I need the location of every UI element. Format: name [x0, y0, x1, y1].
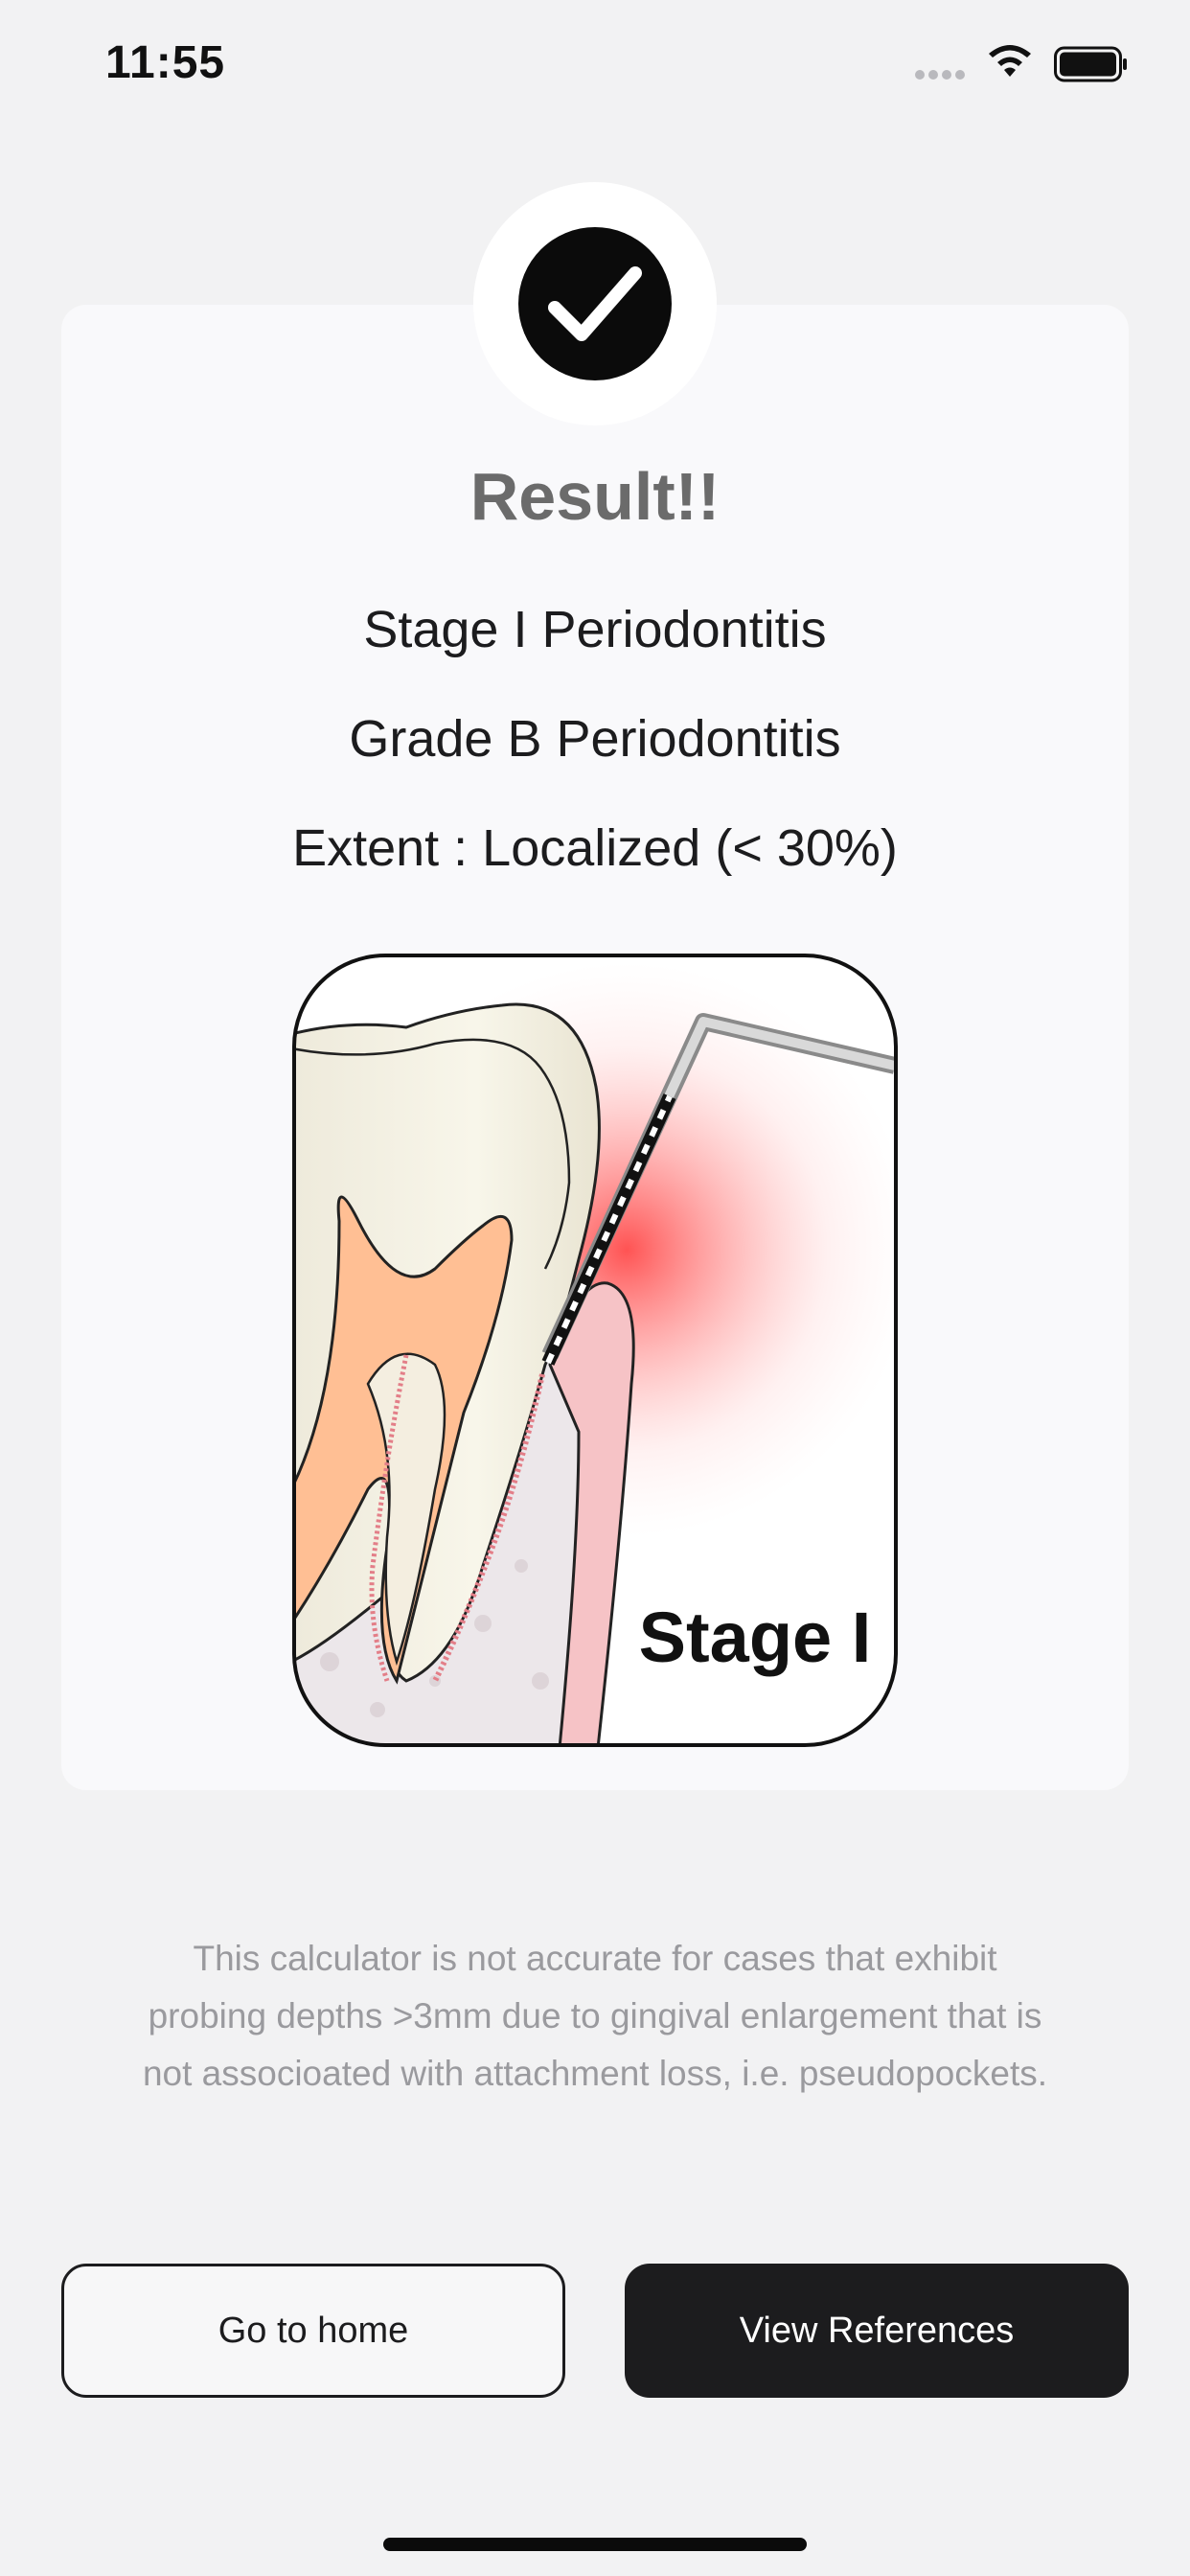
view-references-button[interactable]: View References: [625, 2264, 1129, 2398]
home-indicator[interactable]: [383, 2538, 807, 2551]
go-home-button[interactable]: Go to home: [61, 2264, 565, 2398]
disclaimer-line: not associoated with attachment loss, i.…: [142, 2054, 1048, 2093]
illustration-label: Stage I: [639, 1598, 872, 1677]
disclaimer-line: This calculator is not accurate for case…: [193, 1939, 997, 1978]
checkmark-icon: [518, 227, 672, 380]
disclaimer-line: probing depths >3mm due to gingival enla…: [148, 1996, 1042, 2036]
stage-result: Stage I Periodontitis: [363, 601, 827, 658]
status-bar: 11:55: [0, 0, 1190, 125]
disclaimer-text: This calculator is not accurate for case…: [96, 1930, 1094, 2103]
wifi-icon: [985, 42, 1035, 80]
check-badge: [473, 182, 717, 426]
extent-result: Extent : Localized (< 30%): [292, 819, 898, 877]
status-time: 11:55: [105, 37, 226, 88]
stage-illustration: Stage I: [291, 953, 899, 1748]
result-screen: 11:55 Result!! Stage I Periodontitis Gra…: [0, 0, 1190, 2576]
battery-icon: [1054, 46, 1129, 82]
grade-result: Grade B Periodontitis: [349, 710, 841, 768]
result-title: Result!!: [469, 459, 721, 534]
signal-dots-icon: [915, 67, 971, 80]
